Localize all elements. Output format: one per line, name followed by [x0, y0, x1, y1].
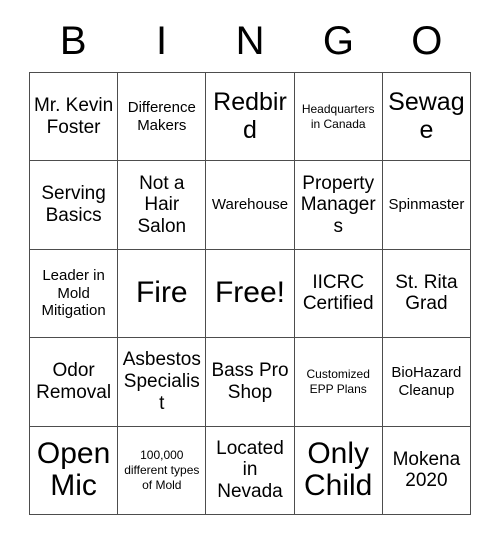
bingo-cell-label: Fire [135, 276, 188, 310]
bingo-cell-r3c4[interactable]: IICRC Certified [294, 249, 383, 339]
bingo-cell-label: Bass Pro Shop [211, 360, 289, 403]
bingo-cell-r2c1[interactable]: Serving Basics [30, 161, 119, 250]
bingo-cell-r5c5[interactable]: Mokena 2020 [382, 426, 471, 515]
bingo-cell-r2c2[interactable]: Not a Hair Salon [118, 161, 207, 250]
bingo-cell-label: Headquarters in Canada [301, 102, 375, 131]
bingo-cell-r4c2[interactable]: Asbestos Specialist [118, 338, 207, 427]
bingo-cell-label: 100,000 different types of Mold [124, 448, 200, 492]
bingo-cell-label: Property Managers [300, 172, 376, 237]
bingo-card: B I N G O Mr. Kevin Foster Difference Ma… [0, 0, 500, 544]
bingo-cell-label: Mr. Kevin Foster [33, 95, 114, 138]
bingo-cell-r3c5[interactable]: St. Rita Grad [382, 249, 471, 339]
bingo-cell-free-space[interactable]: Free! [206, 249, 295, 339]
bingo-cell-label: Not a Hair Salon [137, 172, 187, 237]
bingo-header-row: B I N G O [29, 12, 471, 70]
bingo-cell-r4c3[interactable]: Bass Pro Shop [206, 338, 295, 427]
bingo-cell-label: Located in Nevada [216, 437, 284, 503]
bingo-cell-label: St. Rita Grad [395, 271, 458, 315]
bingo-cell-label: Difference Makers [127, 99, 196, 134]
bingo-cell-label: Open Mic [36, 436, 111, 503]
bingo-header-letter-o: O [411, 19, 443, 63]
bingo-cell-label: Spinmaster [388, 196, 465, 214]
bingo-header-letter-b: B [59, 19, 87, 63]
bingo-cell-label: IICRC Certified [302, 271, 374, 315]
bingo-cell-r4c4[interactable]: Customized EPP Plans [294, 338, 383, 427]
bingo-cell-label: Sewage [388, 88, 465, 144]
bingo-cell-label: Redbird [213, 88, 287, 144]
bingo-cell-r3c1[interactable]: Leader in Mold Mitigation [30, 249, 119, 339]
bingo-cell-label: Serving Basics [41, 183, 106, 227]
bingo-header-letter-g: G [322, 19, 354, 63]
bingo-cell-r5c2[interactable]: 100,000 different types of Mold [118, 426, 207, 515]
bingo-cell-r1c1[interactable]: Mr. Kevin Foster [30, 73, 119, 162]
bingo-cell-r4c1[interactable]: Odor Removal [30, 338, 119, 427]
bingo-cell-r1c5[interactable]: Sewage [382, 73, 471, 162]
bingo-cell-r4c5[interactable]: BioHazard Cleanup [382, 338, 471, 427]
bingo-cell-r5c4[interactable]: Only Child [294, 426, 383, 515]
bingo-header-letter-i: I [156, 19, 168, 63]
bingo-cell-label: Customized EPP Plans [306, 367, 370, 396]
bingo-cell-r1c2[interactable]: Difference Makers [118, 73, 207, 162]
bingo-cell-label: BioHazard Cleanup [391, 364, 462, 399]
bingo-cell-r5c3[interactable]: Located in Nevada [206, 426, 295, 515]
bingo-cell-label: Asbestos Specialist [122, 349, 201, 414]
bingo-cell-label: Mokena 2020 [392, 448, 461, 492]
bingo-grid: Mr. Kevin Foster Difference Makers Redbi… [29, 72, 471, 515]
bingo-header-letter-n: N [235, 19, 265, 63]
bingo-cell-label: Warehouse [211, 196, 289, 214]
bingo-cell-r3c2[interactable]: Fire [118, 249, 207, 339]
bingo-cell-label: Odor Removal [36, 360, 112, 403]
bingo-cell-r1c3[interactable]: Redbird [206, 73, 295, 162]
bingo-cell-label: Leader in Mold Mitigation [41, 266, 106, 320]
bingo-cell-r2c3[interactable]: Warehouse [206, 161, 295, 250]
bingo-cell-r2c5[interactable]: Spinmaster [382, 161, 471, 250]
bingo-free-space-label: Free! [214, 276, 285, 310]
bingo-cell-r5c1[interactable]: Open Mic [30, 426, 119, 515]
bingo-cell-r2c4[interactable]: Property Managers [294, 161, 383, 250]
bingo-cell-label: Only Child [304, 436, 373, 503]
bingo-cell-r1c4[interactable]: Headquarters in Canada [294, 73, 383, 162]
